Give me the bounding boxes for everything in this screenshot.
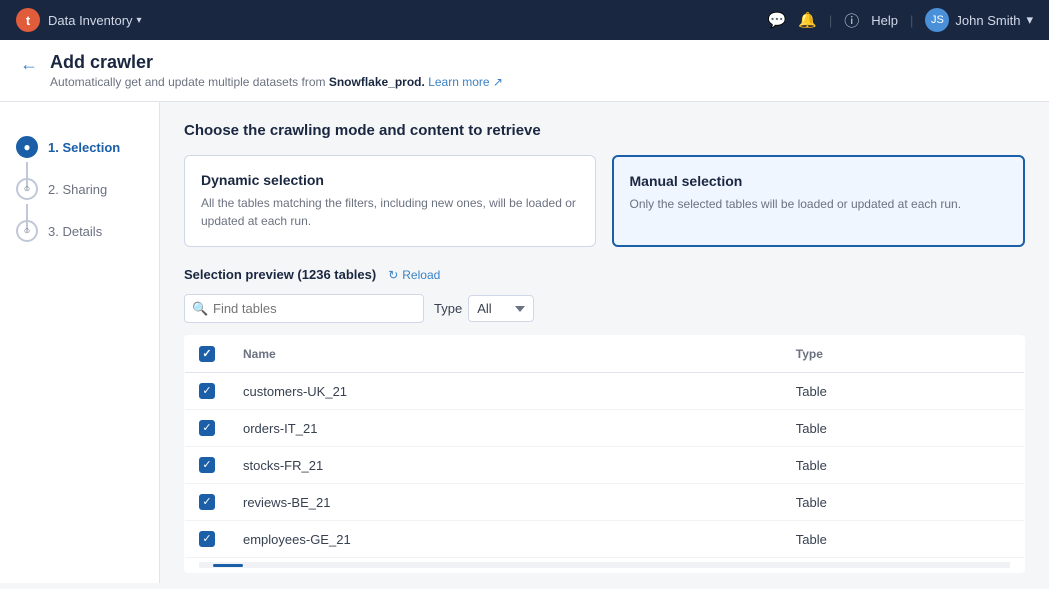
dynamic-card-title: Dynamic selection: [201, 172, 579, 188]
row-checkbox-cell: ✓: [185, 484, 230, 521]
search-icon: 🔍: [192, 301, 208, 317]
nav-divider-2: |: [910, 13, 913, 28]
chat-icon[interactable]: 💬: [768, 11, 787, 29]
step-details[interactable]: ○ 3. Details: [16, 210, 143, 252]
select-all-checkbox[interactable]: ✓: [199, 346, 215, 362]
scroll-indicator: [199, 562, 1010, 568]
nav-left: t Data Inventory ▾: [16, 8, 142, 32]
row-name: stocks-FR_21: [229, 447, 782, 484]
user-name: John Smith: [955, 13, 1020, 28]
search-filter-row: 🔍 Type All Table View: [184, 294, 1025, 323]
type-filter: Type All Table View: [434, 295, 534, 322]
row-checkbox-cell: ✓: [185, 373, 230, 410]
search-input[interactable]: [184, 294, 424, 323]
row-checkbox[interactable]: ✓: [199, 494, 215, 510]
step-label-details: 3. Details: [48, 224, 102, 239]
page-title: Add crawler: [50, 52, 503, 73]
nav-divider: |: [829, 13, 832, 28]
scroll-bar: [213, 564, 243, 567]
step-sharing[interactable]: ○ 2. Sharing: [16, 168, 143, 210]
row-type: Table: [782, 373, 1025, 410]
reload-label: Reload: [402, 268, 440, 282]
step-label-selection: 1. Selection: [48, 140, 120, 155]
row-checkbox[interactable]: ✓: [199, 420, 215, 436]
table-row: ✓ reviews-BE_21 Table: [185, 484, 1025, 521]
row-type: Table: [782, 410, 1025, 447]
reload-icon: ↻: [388, 268, 398, 282]
row-checkbox-cell: ✓: [185, 447, 230, 484]
row-name: employees-GE_21: [229, 521, 782, 558]
row-type: Table: [782, 521, 1025, 558]
app-name-label[interactable]: Data Inventory ▾: [48, 13, 142, 28]
section-title: Choose the crawling mode and content to …: [184, 122, 1025, 139]
scroll-row: [185, 558, 1025, 573]
dynamic-card-desc: All the tables matching the filters, inc…: [201, 194, 579, 230]
row-type: Table: [782, 447, 1025, 484]
table-row: ✓ orders-IT_21 Table: [185, 410, 1025, 447]
manual-card-title: Manual selection: [630, 173, 1008, 189]
step-circle-sharing: ○: [16, 178, 38, 200]
help-circle-icon: ⓘ: [844, 10, 859, 31]
row-checkbox[interactable]: ✓: [199, 457, 215, 473]
preview-header: Selection preview (1236 tables) ↻ Reload: [184, 267, 1025, 282]
help-label[interactable]: Help: [871, 13, 898, 28]
main-layout: ● 1. Selection ○ 2. Sharing ○ 3. Details…: [0, 102, 1049, 583]
selection-cards: Dynamic selection All the tables matchin…: [184, 155, 1025, 247]
nav-right: 💬 🔔 | ⓘ Help | JS John Smith ▾: [768, 8, 1034, 32]
avatar: JS: [925, 8, 949, 32]
back-button[interactable]: ←: [20, 54, 38, 75]
step-selection[interactable]: ● 1. Selection: [16, 126, 143, 168]
manual-selection-card[interactable]: Manual selection Only the selected table…: [612, 155, 1026, 247]
data-table: ✓ Name Type ✓ customers-UK_21 Table: [184, 335, 1025, 573]
search-wrap: 🔍: [184, 294, 424, 323]
step-circle-details: ○: [16, 220, 38, 242]
row-name: customers-UK_21: [229, 373, 782, 410]
row-type: Table: [782, 484, 1025, 521]
dynamic-selection-card[interactable]: Dynamic selection All the tables matchin…: [184, 155, 596, 247]
top-navigation: t Data Inventory ▾ 💬 🔔 | ⓘ Help | JS Joh…: [0, 0, 1049, 40]
page-header: Add crawler Automatically get and update…: [50, 52, 503, 89]
bell-icon[interactable]: 🔔: [798, 11, 817, 29]
table-row: ✓ customers-UK_21 Table: [185, 373, 1025, 410]
table-header-row: ✓ Name Type: [185, 336, 1025, 373]
steps-sidebar: ● 1. Selection ○ 2. Sharing ○ 3. Details: [0, 102, 160, 583]
table-row: ✓ employees-GE_21 Table: [185, 521, 1025, 558]
manual-card-desc: Only the selected tables will be loaded …: [630, 195, 1008, 213]
type-label: Type: [434, 301, 462, 316]
row-name: reviews-BE_21: [229, 484, 782, 521]
row-checkbox-cell: ✓: [185, 521, 230, 558]
content-area: Choose the crawling mode and content to …: [160, 102, 1049, 583]
sub-header: ← Add crawler Automatically get and upda…: [0, 40, 1049, 102]
row-checkbox[interactable]: ✓: [199, 383, 215, 399]
header-checkbox-col: ✓: [185, 336, 230, 373]
header-name: Name: [229, 336, 782, 373]
preview-title: Selection preview (1236 tables): [184, 267, 376, 282]
step-label-sharing: 2. Sharing: [48, 182, 107, 197]
table-row: ✓ stocks-FR_21 Table: [185, 447, 1025, 484]
learn-more-link[interactable]: Learn more ↗: [428, 75, 503, 89]
app-name-chevron-icon: ▾: [137, 15, 142, 26]
app-logo: t: [16, 8, 40, 32]
user-menu[interactable]: JS John Smith ▾: [925, 8, 1033, 32]
reload-button[interactable]: ↻ Reload: [388, 268, 440, 282]
page-description: Automatically get and update multiple da…: [50, 75, 503, 89]
row-checkbox-cell: ✓: [185, 410, 230, 447]
type-select[interactable]: All Table View: [468, 295, 534, 322]
row-name: orders-IT_21: [229, 410, 782, 447]
user-chevron-icon: ▾: [1026, 12, 1033, 28]
header-type: Type: [782, 336, 1025, 373]
row-checkbox[interactable]: ✓: [199, 531, 215, 547]
step-circle-selection: ●: [16, 136, 38, 158]
